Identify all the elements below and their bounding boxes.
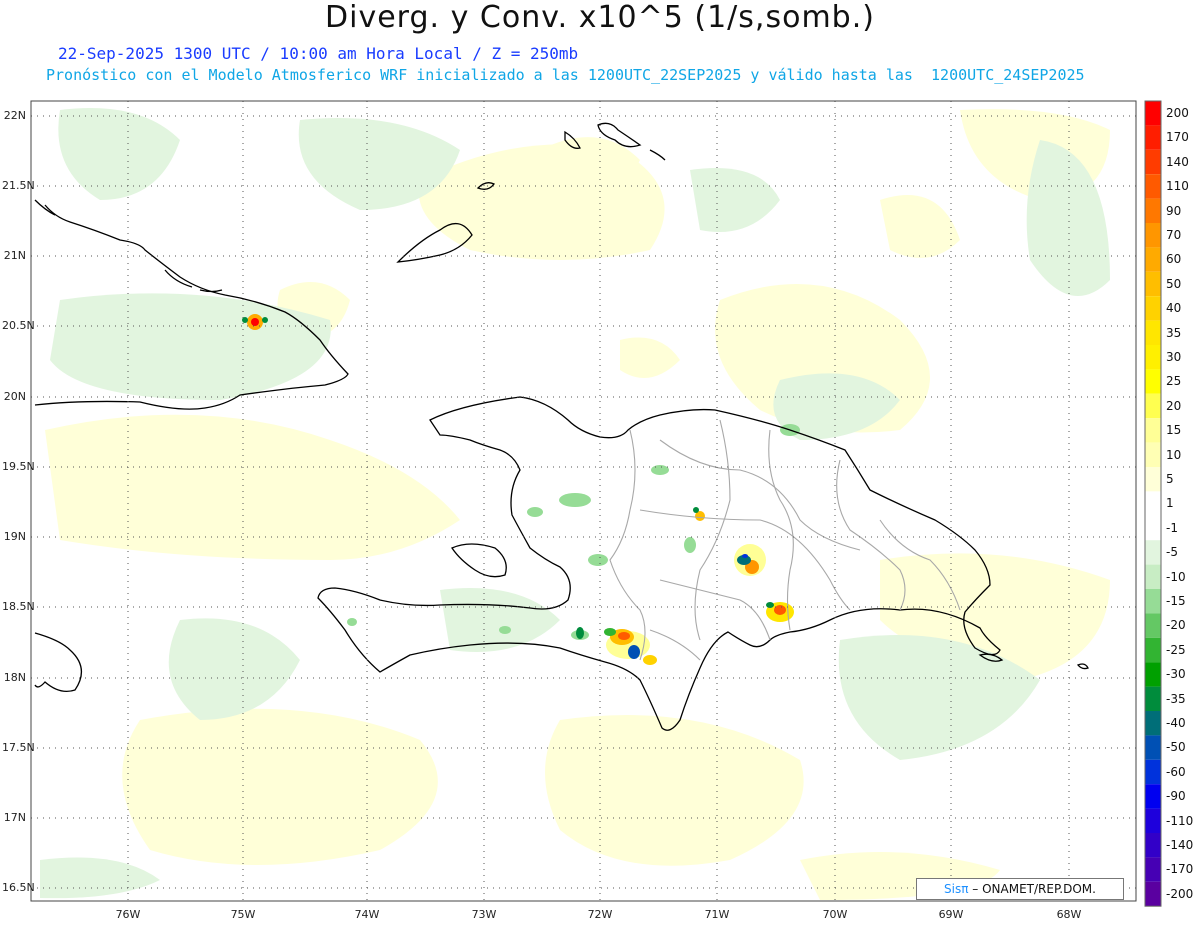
colorbar-swatch (1145, 198, 1161, 223)
colorbar-tick-label: -25 (1166, 642, 1186, 657)
colorbar-tick-label: -140 (1166, 838, 1194, 852)
colorbar-tick-label: -15 (1166, 594, 1186, 608)
colorbar-swatch (1145, 467, 1161, 492)
colorbar-swatch (1145, 223, 1161, 248)
lon-label: 76W (115, 908, 141, 921)
colorbar-swatch (1145, 735, 1161, 760)
colorbar-swatch (1145, 759, 1161, 785)
colorbar-tick-label: -20 (1166, 618, 1186, 633)
colorbar-tick-label: -5 (1166, 545, 1178, 560)
colorbar-swatch (1145, 393, 1161, 419)
colorbar-tick-label: 10 (1166, 447, 1182, 462)
colorbar-swatch (1145, 418, 1161, 443)
colorbar-tick-label: 40 (1166, 301, 1182, 316)
colorbar-swatch (1145, 149, 1161, 175)
lon-label: 68W (1056, 908, 1082, 921)
colorbar-tick-label: 25 (1166, 374, 1182, 389)
colorbar-swatch (1145, 320, 1161, 345)
colorbar-tick-label: -200 (1166, 886, 1194, 901)
lon-label: 70W (822, 908, 848, 921)
colorbar-tick-label: -110 (1166, 813, 1194, 828)
colorbar-swatch (1145, 637, 1161, 663)
colorbar-tick-label: -10 (1166, 569, 1186, 584)
lon-label: 72W (587, 908, 613, 921)
colorbar-tick-label: 15 (1166, 423, 1182, 438)
colorbar-swatch (1145, 808, 1161, 833)
lat-label: 19N (3, 530, 26, 543)
lon-label: 69W (938, 908, 964, 921)
colorbar-tick-label: 140 (1166, 154, 1189, 169)
colorbar-tick-label: 1 (1166, 496, 1174, 511)
colorbar-tick-label: 20 (1166, 398, 1182, 413)
lat-label: 17N (3, 811, 26, 824)
lat-label: 17.5N (2, 741, 35, 754)
colorbar-swatch (1145, 369, 1161, 394)
colorbar-swatch (1145, 564, 1161, 589)
colorbar-tick-label: 170 (1166, 130, 1189, 145)
lon-label: 74W (354, 908, 380, 921)
colorbar-swatch (1145, 491, 1161, 516)
colorbar-tick-label: -50 (1166, 740, 1186, 755)
lat-label: 18.5N (2, 600, 35, 613)
colorbar-tick-label: 110 (1166, 179, 1189, 194)
colorbar-tick-label: -35 (1166, 691, 1186, 706)
colorbar-swatch (1145, 711, 1161, 736)
colorbar-swatch (1145, 101, 1161, 126)
divergence-map (30, 100, 1162, 907)
colorbar-tick-label: 200 (1166, 106, 1189, 120)
sispi-logo: Sisπ (944, 882, 969, 896)
colorbar-tick-label: -60 (1166, 764, 1186, 779)
colorbar-swatch (1145, 881, 1161, 907)
colorbar-tick-label: -40 (1166, 716, 1186, 730)
colorbar (1144, 100, 1162, 907)
lat-label: 19.5N (2, 460, 35, 473)
lat-label: 20N (3, 390, 26, 403)
colorbar-swatch (1145, 686, 1161, 711)
colorbar-tick-label: -30 (1166, 667, 1186, 682)
colorbar-tick-label: 60 (1166, 252, 1182, 267)
credit-text: – ONAMET/REP.DOM. (972, 882, 1096, 896)
colorbar-swatch (1145, 589, 1161, 614)
lat-label: 22N (3, 109, 26, 122)
lat-label: 21N (3, 249, 26, 262)
colorbar-swatch (1145, 442, 1161, 467)
colorbar-tick-label: 30 (1166, 350, 1182, 364)
colorbar-swatch (1145, 613, 1161, 638)
lat-label: 18N (3, 671, 26, 684)
colorbar-swatch (1145, 515, 1161, 541)
colorbar-tick-label: 50 (1166, 276, 1182, 291)
lon-label: 75W (230, 908, 256, 921)
credit-box: Sisπ – ONAMET/REP.DOM. (916, 878, 1124, 900)
colorbar-swatch (1145, 174, 1161, 199)
colorbar-swatch (1145, 784, 1161, 809)
lon-label: 73W (471, 908, 497, 921)
colorbar-swatch (1145, 247, 1161, 272)
colorbar-tick-label: 35 (1166, 325, 1182, 340)
colorbar-tick-label: 90 (1166, 203, 1182, 218)
lat-label: 16.5N (2, 881, 35, 894)
colorbar-tick-label: -170 (1166, 862, 1194, 877)
colorbar-swatch (1145, 345, 1161, 370)
lat-label: 20.5N (2, 319, 35, 332)
colorbar-swatch (1145, 857, 1161, 882)
colorbar-tick-label: -1 (1166, 520, 1178, 535)
colorbar-swatch (1145, 296, 1161, 321)
colorbar-tick-label: 5 (1166, 472, 1174, 486)
colorbar-swatch (1145, 662, 1161, 687)
colorbar-swatch (1145, 833, 1161, 858)
lon-label: 71W (704, 908, 730, 921)
colorbar-swatch (1145, 125, 1161, 150)
colorbar-tick-label: 70 (1166, 228, 1182, 242)
colorbar-swatch (1145, 540, 1161, 565)
colorbar-swatch (1145, 271, 1161, 297)
lat-label: 21.5N (2, 179, 35, 192)
colorbar-tick-label: -90 (1166, 789, 1186, 804)
